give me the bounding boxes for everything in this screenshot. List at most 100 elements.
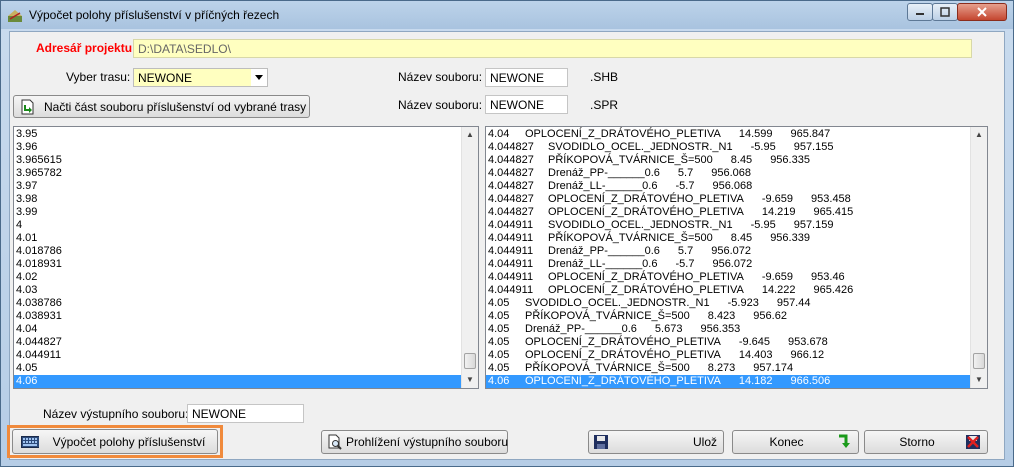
accessory-offset: 5.7 xyxy=(677,167,694,179)
accessory-elevation: 966.12 xyxy=(790,349,825,361)
save-button[interactable]: Ulož xyxy=(588,430,724,454)
scroll-up-icon[interactable]: ▲ xyxy=(463,128,477,142)
accessory-list-item[interactable]: 4.044911 OPLOCENÍ_Z_DRÁTOVÉHO_PLETIVA -9.6… xyxy=(486,271,987,284)
station-list-item[interactable]: 4.01 xyxy=(14,232,478,245)
accessory-list-item[interactable]: 4.044911 Drenáž_PP-______0.6 5.7 956.072 xyxy=(486,245,987,258)
shb-filename-field[interactable]: NEWONE xyxy=(485,68,568,87)
scroll-down-icon[interactable]: ▼ xyxy=(972,373,986,387)
app-icon xyxy=(8,10,22,22)
accessory-elevation: 956.068 xyxy=(711,167,751,179)
accessory-list-item[interactable]: 4.044911 PŘÍKOPOVÁ_TVÁRNICE_Š=500 8.45 956.… xyxy=(486,232,987,245)
cancel-x-icon xyxy=(966,435,980,449)
station-list-item[interactable]: 3.99 xyxy=(14,206,478,219)
station-scroll-thumb[interactable] xyxy=(464,353,476,369)
scroll-up-icon[interactable]: ▲ xyxy=(972,128,986,142)
station-list[interactable]: 3.95 3.96 3.965615 3.965782 3.97 3.98 3.99 4 4.0… xyxy=(13,126,479,389)
view-output-button[interactable]: Prohlížení výstupního souboru xyxy=(321,430,508,454)
accessory-list-item[interactable]: 4.06 OPLOCENÍ_Z_DRÁTOVÉHO_PLETIVA 14.182 96… xyxy=(486,375,987,388)
station-list-item[interactable]: 4.018931 xyxy=(14,258,478,271)
maximize-button[interactable] xyxy=(932,3,958,21)
accessory-list-item[interactable]: 4.05 OPLOCENÍ_Z_DRÁTOVÉHO_PLETIVA -9.645 95… xyxy=(486,336,987,349)
accessory-name: OPLOCENÍ_Z_DRÁTOVÉHO_PLETIVA xyxy=(548,193,744,205)
output-filename-field[interactable]: NEWONE xyxy=(187,404,304,423)
accessory-elevation: 957.159 xyxy=(793,219,834,231)
station-list-item[interactable]: 4.038931 xyxy=(14,310,478,323)
accessory-elevation: 956.072 xyxy=(711,245,751,257)
accessory-list-item[interactable]: 4.044827 SVODIDLO_OCEL._JEDNOSTR._N1 -5.95… xyxy=(486,141,987,154)
end-button[interactable]: Konec xyxy=(732,430,859,454)
shb-filename-label: Název souboru: xyxy=(398,70,483,84)
accessory-elevation: 956.335 xyxy=(770,154,810,166)
station-list-item[interactable]: 4.03 xyxy=(14,284,478,297)
station-list-item[interactable]: 4.02 xyxy=(14,271,478,284)
accessory-list-item[interactable]: 4.044827 PŘÍKOPOVÁ_TVÁRNICE_Š=500 8.45 956.… xyxy=(486,154,987,167)
accessory-station: 4.044911 xyxy=(488,245,534,257)
station-list-scrollbar[interactable]: ▲ ▼ xyxy=(461,127,478,388)
station-list-item[interactable]: 3.965615 xyxy=(14,154,478,167)
accessory-offset: 8.45 xyxy=(730,232,753,244)
accessory-offset: 8.423 xyxy=(707,310,736,322)
accessory-offset: -9.659 xyxy=(761,271,794,283)
accessory-name: OPLOCENÍ_Z_DRÁTOVÉHO_PLETIVA xyxy=(548,206,744,218)
scroll-down-icon[interactable]: ▼ xyxy=(463,373,477,387)
end-label: Konec xyxy=(769,435,804,449)
calculator-icon xyxy=(21,436,39,448)
accessory-list-item[interactable]: 4.044827 Drenáž_PP-______0.6 5.7 956.068 xyxy=(486,167,987,180)
station-list-item[interactable]: 3.965782 xyxy=(14,167,478,180)
route-select[interactable]: NEWONE xyxy=(133,68,268,87)
station-list-item[interactable]: 4.05 xyxy=(14,362,478,375)
accessory-list-item[interactable]: 4.044911 Drenáž_LL-______0.6 -5.7 956.072 xyxy=(486,258,987,271)
accessory-name: Drenáž_LL-______0.6 xyxy=(548,258,658,270)
accessory-list-item[interactable]: 4.05 OPLOCENÍ_Z_DRÁTOVÉHO_PLETIVA 14.403 96… xyxy=(486,349,987,362)
accessory-list-item[interactable]: 4.044911 SVODIDLO_OCEL._JEDNOSTR._N1 -5.95… xyxy=(486,219,987,232)
accessory-offset: -9.659 xyxy=(761,193,794,205)
accessory-list-item[interactable]: 4.05 PŘÍKOPOVÁ_TVÁRNICE_Š=500 8.423 956.62 xyxy=(486,310,987,323)
accessory-elevation: 965.847 xyxy=(790,128,831,140)
accessory-list-item[interactable]: 4.05 PŘÍKOPOVÁ_TVÁRNICE_Š=500 8.273 957.174 xyxy=(486,362,987,375)
exit-arrow-icon xyxy=(839,434,850,448)
accessory-offset: 14.403 xyxy=(738,349,773,361)
accessory-name: SVODIDLO_OCEL._JEDNOSTR._N1 xyxy=(525,297,710,309)
title-bar[interactable]: Výpočet polohy příslušenství v příčných … xyxy=(1,1,1013,29)
station-list-item[interactable]: 3.95 xyxy=(14,128,478,141)
floppy-disk-icon xyxy=(594,435,608,449)
station-list-item[interactable]: 4.044827 xyxy=(14,336,478,349)
accessory-list[interactable]: 4.04 OPLOCENÍ_Z_DRÁTOVÉHO_PLETIVA 14.599 96… xyxy=(485,126,988,389)
accessory-station: 4.044911 xyxy=(488,284,534,296)
close-window-button[interactable] xyxy=(957,3,1007,21)
accessory-list-item[interactable]: 4.044911 OPLOCENÍ_Z_DRÁTOVÉHO_PLETIVA 14.2… xyxy=(486,284,987,297)
accessory-scroll-thumb[interactable] xyxy=(973,353,985,369)
station-list-item[interactable]: 4.018786 xyxy=(14,245,478,258)
station-list-item[interactable]: 4.06 xyxy=(14,375,478,388)
cancel-button[interactable]: Storno xyxy=(864,430,988,454)
accessory-station: 4.044827 xyxy=(488,154,534,166)
station-list-item[interactable]: 4.04 xyxy=(14,323,478,336)
accessory-list-item[interactable]: 4.04 OPLOCENÍ_Z_DRÁTOVÉHO_PLETIVA 14.599 96… xyxy=(486,128,987,141)
spr-filename-field[interactable]: NEWONE xyxy=(485,95,568,114)
accessory-list-item[interactable]: 4.044827 OPLOCENÍ_Z_DRÁTOVÉHO_PLETIVA -9.6… xyxy=(486,193,987,206)
accessory-name: OPLOCENÍ_Z_DRÁTOVÉHO_PLETIVA xyxy=(525,128,721,140)
compute-positions-button[interactable]: Výpočet polohy příslušenství xyxy=(12,429,218,454)
station-list-item[interactable]: 4.038786 xyxy=(14,297,478,310)
save-label: Ulož xyxy=(692,435,717,449)
station-list-item[interactable]: 3.97 xyxy=(14,180,478,193)
output-filename-label: Název výstupního souboru: xyxy=(43,407,189,421)
accessory-offset: 8.273 xyxy=(707,362,736,374)
station-list-item[interactable]: 3.96 xyxy=(14,141,478,154)
accessory-elevation: 957.155 xyxy=(793,141,834,153)
accessory-list-item[interactable]: 4.05 Drenáž_PP-______0.6 5.673 956.353 xyxy=(486,323,987,336)
accessory-list-item[interactable]: 4.05 SVODIDLO_OCEL._JEDNOSTR._N1 -5.923 957… xyxy=(486,297,987,310)
accessory-station: 4.05 xyxy=(488,349,510,361)
load-accessories-button[interactable]: Načti část souboru příslušenství od vybr… xyxy=(13,95,310,118)
accessory-list-item[interactable]: 4.044827 Drenáž_LL-______0.6 -5.7 956.068 xyxy=(486,180,987,193)
project-path-field[interactable]: D:\DATA\SEDLO\ xyxy=(133,39,972,58)
station-list-item[interactable]: 3.98 xyxy=(14,193,478,206)
station-list-item[interactable]: 4 xyxy=(14,219,478,232)
route-dropdown-button[interactable] xyxy=(251,69,267,86)
accessory-list-item[interactable]: 4.044827 OPLOCENÍ_Z_DRÁTOVÉHO_PLETIVA 14.2… xyxy=(486,206,987,219)
accessory-station: 4.044827 xyxy=(488,193,534,205)
accessory-list-scrollbar[interactable]: ▲ ▼ xyxy=(970,127,987,388)
station-list-item[interactable]: 4.044911 xyxy=(14,349,478,362)
accessory-elevation: 966.506 xyxy=(790,375,831,387)
minimize-button[interactable] xyxy=(907,3,933,21)
